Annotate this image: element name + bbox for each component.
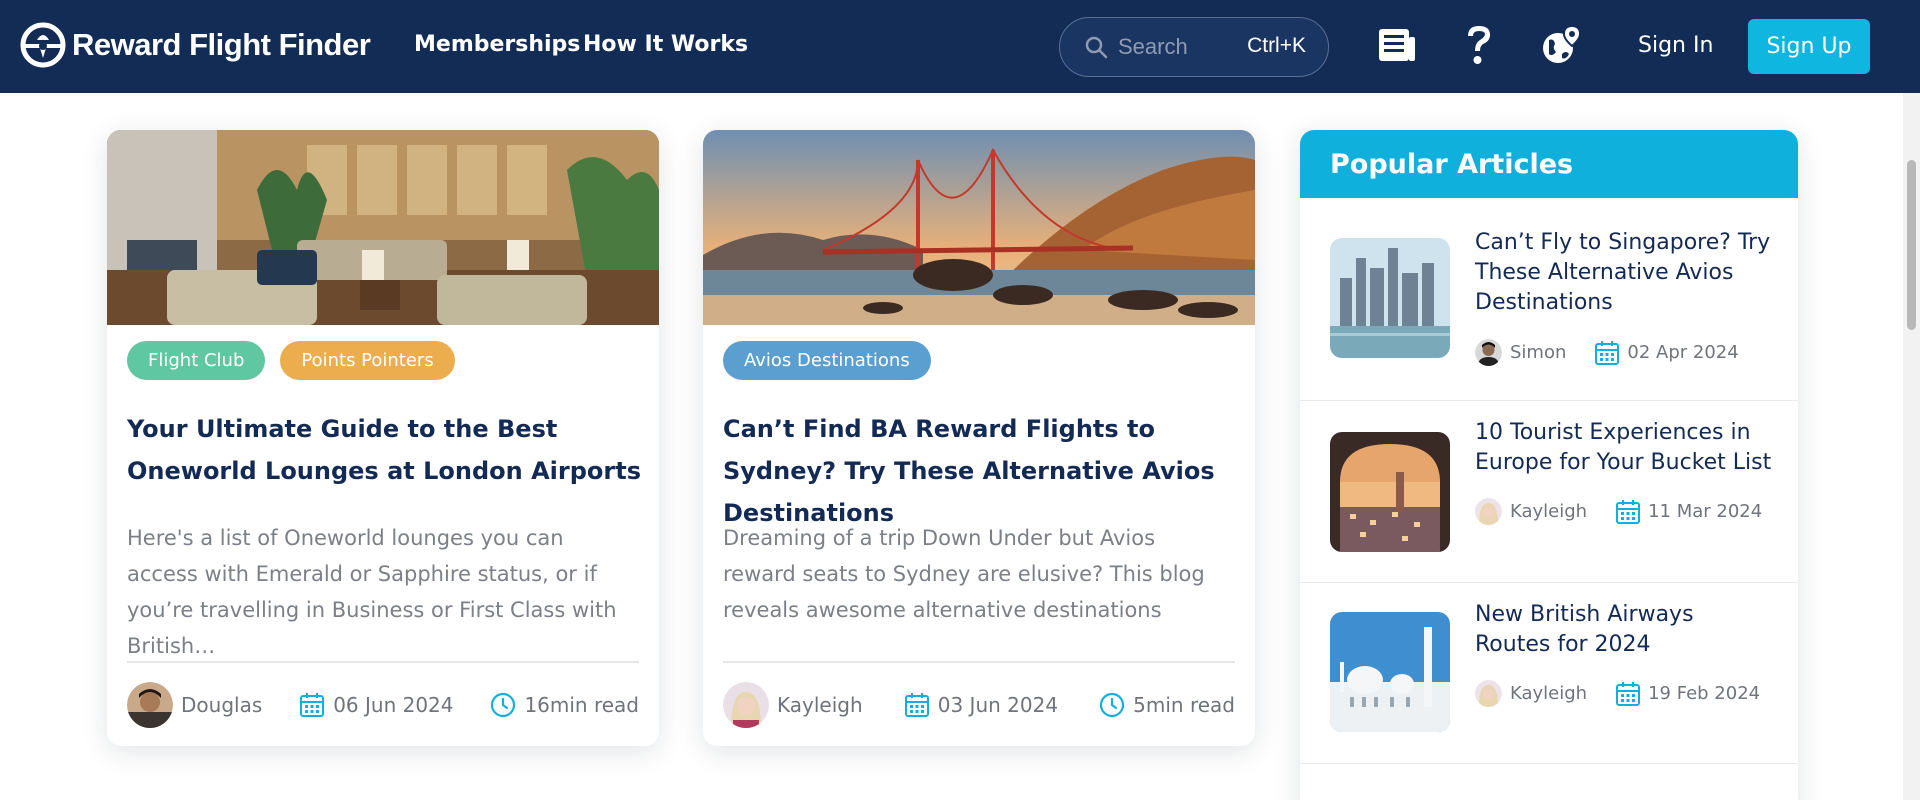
divider xyxy=(127,661,639,663)
article-author: Kayleigh xyxy=(723,682,863,728)
date-text: 11 Mar 2024 xyxy=(1648,501,1763,522)
plane-logo-icon xyxy=(20,22,66,68)
avatar xyxy=(1475,498,1502,525)
brand-logo[interactable]: Reward Flight Finder xyxy=(20,22,371,68)
article-date: 03 Jun 2024 xyxy=(904,692,1058,718)
article-author: Douglas xyxy=(127,682,262,728)
tag-flight-club[interactable]: Flight Club xyxy=(127,341,266,380)
author-name: Simon xyxy=(1510,342,1567,363)
author-name: Kayleigh xyxy=(1510,683,1588,704)
golden-gate-photo xyxy=(703,130,1255,325)
nav-how-it-works[interactable]: How It Works xyxy=(583,32,748,57)
avatar xyxy=(1475,680,1502,707)
article-excerpt: Here's a list of Oneworld lounges you ca… xyxy=(127,526,617,658)
date-text: 19 Feb 2024 xyxy=(1648,683,1761,704)
news-icon[interactable] xyxy=(1374,22,1420,68)
top-navbar: Reward Flight Finder Memberships How It … xyxy=(0,0,1920,93)
article-tags: Avios Destinations xyxy=(723,341,931,380)
popular-article-meta: Kayleigh 11 Mar 2024 xyxy=(1475,498,1762,525)
sign-in-link[interactable]: Sign In xyxy=(1638,33,1713,58)
calendar-icon xyxy=(1616,681,1641,706)
article-meta: Kayleigh 03 Jun 2024 5min read xyxy=(723,682,1235,728)
article-read-time: 16min read xyxy=(490,692,639,718)
globe-pin-icon[interactable] xyxy=(1538,22,1584,68)
article-meta: Douglas 06 Jun 2024 16min read xyxy=(127,682,639,728)
article-tags: Flight Club Points Pointers xyxy=(127,341,455,380)
article-title[interactable]: Your Ultimate Guide to the Best Oneworld… xyxy=(127,408,642,492)
search-input[interactable] xyxy=(1118,34,1238,60)
date-text: 02 Apr 2024 xyxy=(1627,342,1739,363)
popular-article-item[interactable]: 10 Tourist Experiences in Europe for You… xyxy=(1300,401,1798,583)
singapore-photo xyxy=(1330,238,1450,358)
clock-icon xyxy=(1100,692,1125,718)
date-text: 03 Jun 2024 xyxy=(937,693,1059,717)
popular-article-meta: Kayleigh 19 Feb 2024 xyxy=(1475,680,1760,707)
tag-points-pointers[interactable]: Points Pointers xyxy=(280,341,455,380)
read-time-text: 16min read xyxy=(524,693,639,717)
popular-articles-panel: Popular Articles Can’t Fly to Singapore?… xyxy=(1300,130,1798,800)
panel-title: Popular Articles xyxy=(1300,130,1798,198)
search-box[interactable]: Ctrl+K xyxy=(1059,17,1329,77)
calendar-icon xyxy=(1616,499,1641,524)
help-icon[interactable] xyxy=(1456,22,1502,68)
mosque-photo xyxy=(1330,612,1450,732)
article-date: 06 Jun 2024 xyxy=(299,692,454,718)
popular-article-item[interactable]: New British Airways Routes for 2024 Kayl… xyxy=(1300,583,1798,764)
popular-article-title[interactable]: 10 Tourist Experiences in Europe for You… xyxy=(1475,418,1775,478)
article-title[interactable]: Can’t Find BA Reward Flights to Sydney? … xyxy=(723,408,1238,534)
avatar xyxy=(1475,339,1502,366)
calendar-icon xyxy=(1595,340,1620,365)
article-card[interactable]: Flight Club Points Pointers Your Ultimat… xyxy=(107,130,659,746)
author-name: Kayleigh xyxy=(777,693,863,717)
tag-avios-destinations[interactable]: Avios Destinations xyxy=(723,341,931,380)
author-name: Kayleigh xyxy=(1510,501,1588,522)
popular-article-title[interactable]: New British Airways Routes for 2024 xyxy=(1475,600,1775,660)
read-time-text: 5min read xyxy=(1133,693,1235,717)
clock-icon xyxy=(491,692,516,718)
popular-article-meta: Simon 02 Apr 2024 xyxy=(1475,339,1739,366)
calendar-icon xyxy=(300,693,325,717)
nav-memberships[interactable]: Memberships xyxy=(414,32,580,57)
scrollbar-thumb[interactable] xyxy=(1907,160,1916,330)
europe-town-photo xyxy=(1330,432,1450,552)
article-excerpt: Dreaming of a trip Down Under but Avios … xyxy=(723,526,1205,622)
divider xyxy=(723,661,1235,663)
search-icon xyxy=(1085,36,1108,59)
avatar xyxy=(127,682,173,728)
popular-article-item[interactable]: Can’t Fly to Singapore? Try These Altern… xyxy=(1300,198,1798,401)
search-shortcut: Ctrl+K xyxy=(1247,34,1306,57)
avatar xyxy=(723,682,769,728)
date-text: 06 Jun 2024 xyxy=(333,693,454,717)
popular-article-title[interactable]: Can’t Fly to Singapore? Try These Altern… xyxy=(1475,228,1775,318)
author-name: Douglas xyxy=(181,693,263,717)
article-card[interactable]: Avios Destinations Can’t Find BA Reward … xyxy=(703,130,1255,746)
brand-name: Reward Flight Finder xyxy=(72,27,371,62)
sign-up-button[interactable]: Sign Up xyxy=(1748,19,1870,74)
article-read-time: 5min read xyxy=(1099,692,1235,718)
lounge-photo xyxy=(107,130,659,325)
calendar-icon xyxy=(904,693,929,717)
